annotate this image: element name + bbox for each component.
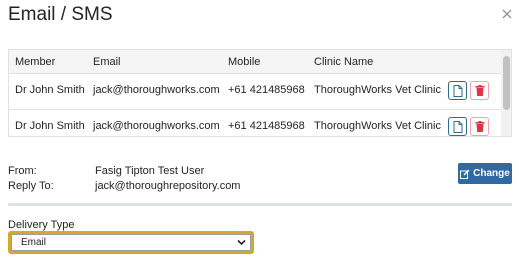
email-cell: jack@thoroughworks.com xyxy=(93,120,220,132)
table-row: Dr John Smith jack@thoroughworks.com +61… xyxy=(9,110,501,136)
email-cell: jack@thoroughworks.com xyxy=(93,84,220,96)
change-button[interactable]: Change xyxy=(458,163,512,184)
section-divider xyxy=(8,203,512,206)
mobile-cell: +61 421485968 xyxy=(228,120,305,132)
mobile-cell: +61 421485968 xyxy=(228,84,305,96)
delete-button[interactable] xyxy=(470,81,489,100)
reply-to-label: Reply To: xyxy=(8,180,54,192)
table-scrollbar[interactable] xyxy=(501,50,511,136)
edit-icon xyxy=(460,169,470,179)
sender-details: From: Fasig Tipton Test User Reply To: j… xyxy=(0,151,519,201)
delivery-type-label: Delivery Type xyxy=(8,219,75,231)
member-cell: Dr John Smith xyxy=(15,84,85,96)
from-value: Fasig Tipton Test User xyxy=(95,165,205,177)
delete-button[interactable] xyxy=(470,117,489,136)
delivery-type-select[interactable]: Email xyxy=(11,234,251,251)
document-icon xyxy=(453,120,462,133)
scrollbar-thumb[interactable] xyxy=(503,56,510,110)
clinic-cell: ThoroughWorks Vet Clinic xyxy=(314,120,441,132)
close-icon[interactable] xyxy=(500,7,514,21)
document-button[interactable] xyxy=(448,117,467,136)
table-row: Dr John Smith jack@thoroughworks.com +61… xyxy=(9,74,501,110)
reply-to-value: jack@thoroughrepository.com xyxy=(95,180,241,192)
change-button-label: Change xyxy=(473,168,510,179)
trash-icon xyxy=(475,121,484,132)
modal-title: Email / SMS xyxy=(8,4,113,25)
recipients-table: Member Email Mobile Clinic Name Dr John … xyxy=(8,49,512,137)
chevron-down-icon xyxy=(237,239,246,246)
column-header-clinic-name: Clinic Name xyxy=(314,56,374,68)
document-icon xyxy=(453,84,462,97)
trash-icon xyxy=(475,85,484,96)
table-header: Member Email Mobile Clinic Name xyxy=(9,50,501,74)
clinic-cell: ThoroughWorks Vet Clinic xyxy=(314,84,441,96)
column-header-member: Member xyxy=(15,56,56,68)
column-header-email: Email xyxy=(93,56,121,68)
member-cell: Dr John Smith xyxy=(15,120,85,132)
delivery-type-value: Email xyxy=(21,237,47,248)
from-label: From: xyxy=(8,165,37,177)
column-header-mobile: Mobile xyxy=(228,56,261,68)
document-button[interactable] xyxy=(448,81,467,100)
